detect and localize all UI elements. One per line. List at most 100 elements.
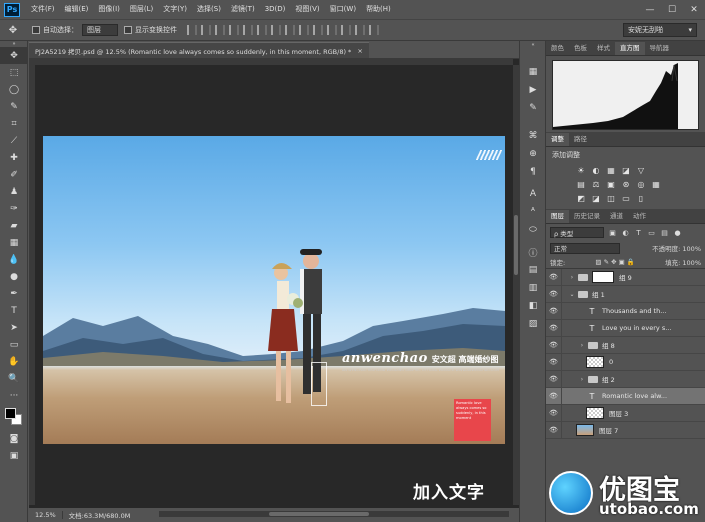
menu-select[interactable]: 选择(S)	[192, 0, 226, 19]
type-tool-icon[interactable]: T	[0, 302, 28, 319]
brush-tool-icon[interactable]: ✐	[0, 166, 28, 183]
healing-brush-tool-icon[interactable]: ✚	[0, 149, 28, 166]
menu-file[interactable]: 文件(F)	[26, 0, 60, 19]
layer-thumbnail[interactable]	[586, 407, 604, 419]
menu-edit[interactable]: 编辑(E)	[60, 0, 94, 19]
horizontal-scrollbar[interactable]	[159, 511, 509, 517]
pen-tool-icon[interactable]: ✒	[0, 285, 28, 302]
lasso-tool-icon[interactable]: ◯	[0, 81, 28, 98]
zoom-tool-icon[interactable]: 🔍	[0, 370, 28, 387]
layer-row[interactable]: 👁 T Thousands and th...	[546, 302, 705, 320]
fill-field[interactable]: 填充: 100%	[665, 257, 701, 267]
more-tools-icon[interactable]: ···	[0, 387, 28, 404]
eye-visibility-icon[interactable]: 👁	[546, 421, 562, 439]
character-styles-icon[interactable]: ᴬ	[520, 203, 546, 221]
move-tool-icon[interactable]: ✥	[0, 47, 28, 64]
adjustment-icon[interactable]: ◫	[606, 193, 616, 203]
auto-select-checkbox[interactable]	[32, 26, 40, 34]
layer-row[interactable]: 👁 图层 3	[546, 404, 705, 422]
clone-stamp-tool-icon[interactable]: ♟	[0, 183, 28, 200]
eyedropper-tool-icon[interactable]: ⟋	[0, 132, 28, 149]
adjustment-icon[interactable]: ▯	[636, 193, 646, 203]
layer-row[interactable]: 👁 ⌄ 组 1	[546, 285, 705, 303]
quick-mask-icon[interactable]: ◙	[0, 430, 28, 447]
filter-toggle-icon[interactable]: ●	[673, 228, 682, 237]
filter-smart-icon[interactable]: ▤	[660, 228, 669, 237]
toptabs-tab-4[interactable]: 导航器	[645, 42, 675, 55]
eye-visibility-icon[interactable]: 👁	[546, 336, 562, 354]
laytabs-tab-2[interactable]: 通道	[605, 210, 628, 223]
adjustments-strip-icon[interactable]: ◧	[520, 297, 546, 315]
marquee-tool-icon[interactable]: ⬚	[0, 64, 28, 81]
history-icon[interactable]: ▦	[520, 63, 546, 81]
adjustment-icon[interactable]: ▦	[651, 179, 661, 189]
image-canvas[interactable]: Romantic love always comes so suddenly, …	[43, 136, 505, 444]
menu-layer[interactable]: 图层(L)	[125, 0, 158, 19]
3d-mode-icon[interactable]	[369, 25, 379, 35]
blur-tool-icon[interactable]: 💧	[0, 251, 28, 268]
layer-row[interactable]: 👁 › 组 9	[546, 268, 705, 286]
crop-tool-icon[interactable]: ⌗	[0, 115, 28, 132]
laytabs-tab-3[interactable]: 动作	[628, 210, 651, 223]
menu-window[interactable]: 窗口(W)	[325, 0, 361, 19]
character-icon[interactable]: A	[520, 185, 546, 203]
expand-arrow-icon[interactable]: ›	[578, 376, 586, 383]
brush-icon[interactable]: ✎	[520, 99, 546, 117]
distribute-hcenter-icon[interactable]	[327, 25, 337, 35]
toptabs-tab-2[interactable]: 样式	[592, 42, 615, 55]
layer-thumbnail[interactable]	[576, 424, 594, 436]
adjustment-icon[interactable]: ▤	[576, 179, 586, 189]
actions-icon[interactable]: ▶	[520, 81, 546, 99]
eye-visibility-icon[interactable]: 👁	[546, 370, 562, 388]
paragraph-icon[interactable]: ¶	[520, 163, 546, 181]
move-tool-preset-icon[interactable]: ✥	[0, 21, 26, 39]
close-tab-icon[interactable]: ×	[357, 47, 362, 55]
adjtabs-tab-1[interactable]: 路径	[569, 133, 592, 146]
laytabs-tab-1[interactable]: 历史记录	[569, 210, 605, 223]
adjustment-icon[interactable]: ◪	[591, 193, 601, 203]
workspace-dropdown[interactable]: 安妮无刮啪 ▾	[623, 23, 697, 37]
collapse-strip-icon[interactable]: «	[520, 41, 546, 49]
eye-visibility-icon[interactable]: 👁	[546, 302, 562, 320]
close-window-button[interactable]: ✕	[683, 0, 705, 19]
info-icon[interactable]: ⓘ	[520, 243, 546, 261]
menu-view[interactable]: 视图(V)	[290, 0, 324, 19]
adjustment-icon[interactable]: ◪	[621, 165, 631, 175]
align-right-icon[interactable]	[257, 25, 267, 35]
layer-thumbnail[interactable]	[586, 356, 604, 368]
align-bottom-icon[interactable]	[215, 25, 225, 35]
properties-icon[interactable]: ▥	[520, 279, 546, 297]
menu-help[interactable]: 帮助(H)	[361, 0, 396, 19]
eye-visibility-icon[interactable]: 👁	[546, 319, 562, 337]
distribute-left-icon[interactable]	[313, 25, 323, 35]
layer-kind-filter[interactable]: ρ 类型	[550, 227, 604, 238]
filter-type-icon[interactable]: T	[634, 228, 643, 237]
eraser-tool-icon[interactable]: ▰	[0, 217, 28, 234]
distribute-bottom-icon[interactable]	[299, 25, 309, 35]
adjtabs-tab-0[interactable]: 调整	[546, 133, 569, 146]
adjustment-icon[interactable]: ▦	[606, 165, 616, 175]
expand-arrow-icon[interactable]: ›	[568, 274, 576, 281]
distribute-vcenter-icon[interactable]	[285, 25, 295, 35]
blend-mode-dropdown[interactable]: 正常	[550, 242, 620, 254]
adjustment-icon[interactable]: ☀	[576, 165, 586, 175]
vertical-scroll-thumb[interactable]	[514, 215, 518, 275]
clone-source-icon[interactable]: ⊕	[520, 145, 546, 163]
maximize-button[interactable]: ☐	[661, 0, 683, 19]
adjustment-icon[interactable]: ◩	[576, 193, 586, 203]
adjustment-icon[interactable]: ▽	[636, 165, 646, 175]
filter-pixel-icon[interactable]: ▣	[608, 228, 617, 237]
lock-icons[interactable]: ▨ ✎ ✥ ▣ 🔒	[595, 258, 635, 266]
toptabs-tab-1[interactable]: 色板	[569, 42, 592, 55]
adjustment-icon[interactable]: ⚖	[591, 179, 601, 189]
screen-mode-icon[interactable]: ▣	[0, 447, 28, 464]
layer-row[interactable]: 👁 0	[546, 353, 705, 371]
zoom-level[interactable]: 12.5%	[29, 511, 63, 519]
path-select-tool-icon[interactable]: ➤	[0, 319, 28, 336]
minimize-button[interactable]: —	[639, 0, 661, 19]
layer-row[interactable]: 👁 › 组 8	[546, 336, 705, 354]
filter-shape-icon[interactable]: ▭	[647, 228, 656, 237]
history-brush-tool-icon[interactable]: ✑	[0, 200, 28, 217]
layer-comps-icon[interactable]: ▤	[520, 261, 546, 279]
align-vcenter-icon[interactable]	[201, 25, 211, 35]
